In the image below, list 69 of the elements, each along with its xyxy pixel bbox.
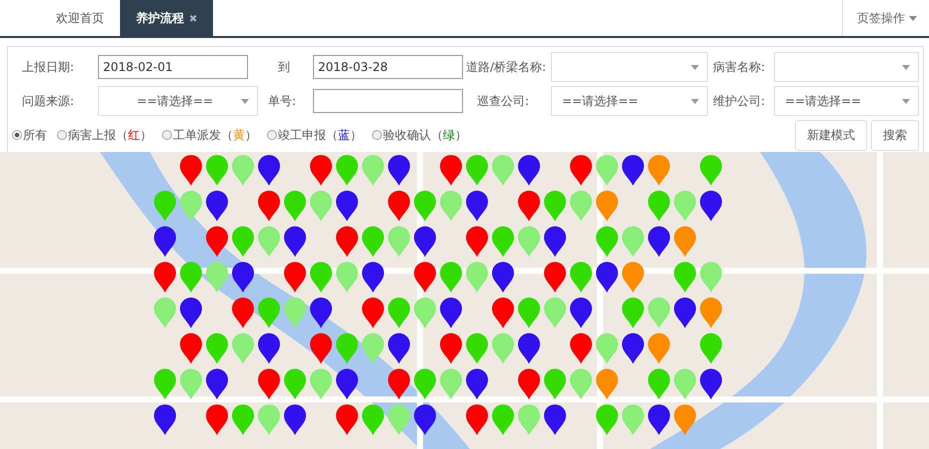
map-pin-icon[interactable] xyxy=(232,262,254,293)
radio-label: 所有 xyxy=(23,126,47,144)
map-pin-icon[interactable] xyxy=(258,368,280,400)
radio-icon[interactable] xyxy=(267,130,277,140)
map-pin-icon[interactable] xyxy=(492,262,514,293)
page-tab[interactable]: 欢迎首页 xyxy=(40,0,120,36)
map-pin-icon[interactable] xyxy=(388,368,410,400)
map-pin-icon[interactable] xyxy=(414,226,436,257)
caret-icon xyxy=(909,16,917,20)
field-label: 维护公司: xyxy=(712,92,766,110)
status-radio[interactable]: 所有 xyxy=(12,126,47,144)
date-to-field[interactable]: 2018-03-28 xyxy=(313,55,463,79)
map-pin-icon[interactable] xyxy=(154,404,176,436)
map-pin-icon[interactable] xyxy=(622,155,644,186)
source-select[interactable]: ==请选择== xyxy=(98,86,258,116)
patrol-company-select[interactable]: ==请选择== xyxy=(551,86,708,116)
map-pin-icon[interactable] xyxy=(648,226,670,257)
radio-icon[interactable] xyxy=(162,130,172,140)
map-pin-icon[interactable] xyxy=(518,333,540,364)
map-pin-icon[interactable] xyxy=(440,298,462,328)
tab-operations-menu[interactable]: 页签操作 xyxy=(842,0,929,36)
field-label: 道路/桥梁名称: xyxy=(465,58,548,76)
road-select[interactable] xyxy=(551,52,708,82)
map-pin-icon[interactable] xyxy=(336,368,358,400)
field-label: 问题来源: xyxy=(21,92,76,110)
map-pin-icon[interactable] xyxy=(284,404,306,436)
action-button[interactable]: 新建模式 xyxy=(795,120,867,150)
map-pin-icon[interactable] xyxy=(206,190,228,222)
map-pin-icon[interactable] xyxy=(362,262,384,293)
map-pin-icon[interactable] xyxy=(518,155,540,186)
map-pin-icon[interactable] xyxy=(518,368,540,400)
map-pin-icon[interactable] xyxy=(596,262,618,293)
action-button[interactable]: 搜索 xyxy=(871,120,919,150)
field-label: 单号: xyxy=(267,92,298,110)
map-pin-icon[interactable] xyxy=(284,226,306,257)
map-pin-icon[interactable] xyxy=(700,190,722,222)
date-from-field[interactable]: 2018-02-01 xyxy=(98,55,248,79)
disease-select[interactable] xyxy=(774,52,919,82)
map-pin-icon[interactable] xyxy=(388,155,410,186)
map-pin-icon[interactable] xyxy=(622,333,644,364)
field-label: 巡查公司: xyxy=(476,92,530,110)
field-label: 上报日期: xyxy=(21,58,76,76)
map-pin-icon[interactable] xyxy=(674,298,696,328)
page-tab[interactable]: 养护流程 ✖ xyxy=(120,0,214,36)
map-pin-icon[interactable] xyxy=(414,404,436,436)
close-icon[interactable]: ✖ xyxy=(189,14,198,25)
map-pin-icon[interactable] xyxy=(310,298,332,328)
map-pin-icon[interactable] xyxy=(154,226,176,257)
radio-icon[interactable] xyxy=(57,130,67,140)
map-pin-icon[interactable] xyxy=(258,155,280,186)
map-pin-icon[interactable] xyxy=(414,262,436,293)
map-pin-icon[interactable] xyxy=(466,190,488,222)
map-pin-icon[interactable] xyxy=(648,404,670,436)
maintenance-company-select[interactable]: ==请选择== xyxy=(774,86,919,116)
field-label: 到 xyxy=(277,58,291,76)
radio-icon[interactable] xyxy=(372,130,382,140)
field-label: 病害名称: xyxy=(712,58,766,76)
radio-icon[interactable] xyxy=(12,130,22,140)
map-pin-icon[interactable] xyxy=(388,333,410,364)
map-pin-icon[interactable] xyxy=(180,298,202,328)
map-pin-icon[interactable] xyxy=(544,226,566,257)
map-pin-icon[interactable] xyxy=(206,368,228,400)
map-pin-icon[interactable] xyxy=(544,404,566,436)
map-pin-icon[interactable] xyxy=(570,298,592,328)
map-pin-icon[interactable] xyxy=(336,190,358,222)
map-pin-icon[interactable] xyxy=(466,368,488,400)
map-pin-icon[interactable] xyxy=(258,333,280,364)
number-field[interactable] xyxy=(313,89,463,113)
map-pin-icon[interactable] xyxy=(700,368,722,400)
